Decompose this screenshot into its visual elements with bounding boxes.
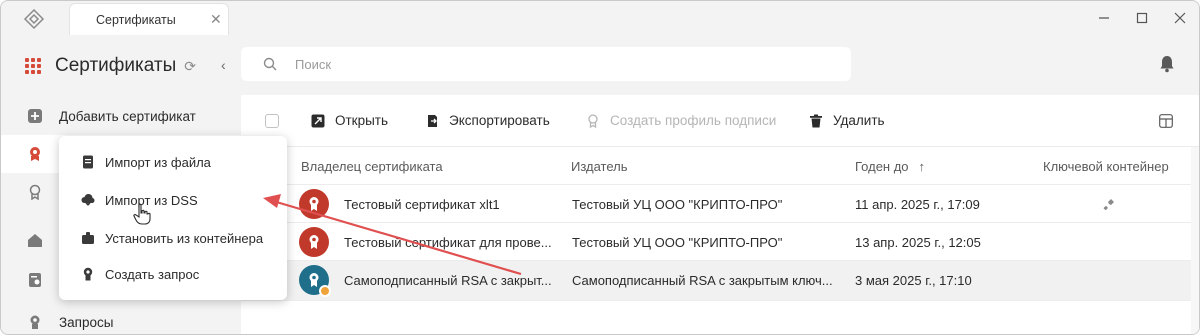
key-container-icon (1103, 199, 1114, 210)
column-header-valid-to-label: Годен до (855, 159, 909, 174)
delete-button[interactable]: Удалить (809, 113, 885, 128)
search-input[interactable] (295, 55, 795, 73)
plus-square-icon (28, 109, 42, 123)
minimize-button[interactable] (1095, 9, 1113, 27)
open-button[interactable]: Открыть (311, 113, 388, 128)
document-cert-icon (29, 273, 41, 287)
menu-item-label: Установить из контейнера (105, 230, 264, 246)
app-logo-icon (23, 8, 45, 30)
cell-issuer: Тестовый УЦ ООО "КРИПТО-ПРО" (572, 197, 783, 212)
layout-panel-icon[interactable] (1159, 114, 1173, 128)
cloud-download-icon (81, 194, 95, 206)
app-window: Сертификаты ✕ Сертификаты ⟳ ‹ Добавить с… (0, 0, 1200, 335)
tab-certificates[interactable]: Сертификаты ✕ (69, 3, 229, 35)
maximize-icon (1136, 12, 1148, 24)
trash-icon (810, 114, 822, 127)
cell-owner: Тестовый сертификат для прове... (344, 235, 552, 250)
column-header-key-container[interactable]: Ключевой контейнер (1043, 159, 1169, 174)
vertical-scrollbar[interactable] (1191, 147, 1199, 334)
content-panel: Открыть Экспортировать Создать профиль п… (241, 95, 1199, 334)
request-icon (83, 267, 93, 281)
cell-valid-to: 11 апр. 2025 г., 17:09 (855, 197, 980, 212)
column-header-owner[interactable]: Владелец сертификата (301, 159, 443, 174)
collapse-sidebar-icon[interactable]: ‹ (221, 57, 226, 73)
minimize-icon (1099, 17, 1109, 19)
open-label: Открыть (335, 113, 389, 128)
table-row[interactable]: Тестовый сертификат xlt1 Тестовый УЦ ООО… (241, 185, 1199, 223)
sidebar-item-requests[interactable]: Запросы (1, 303, 241, 334)
sidebar-item-add-certificate[interactable]: Добавить сертификат (1, 97, 241, 135)
sidebar-item-label: Добавить сертификат (59, 108, 196, 124)
notifications-bell-icon[interactable] (1159, 55, 1175, 73)
export-button[interactable]: Экспортировать (425, 113, 550, 128)
certificate-outline-icon (29, 184, 41, 200)
search-bar[interactable] (241, 47, 851, 81)
menu-item-import-dss[interactable]: Импорт из DSS (59, 182, 287, 218)
table-row[interactable]: Тестовый сертификат для прове... Тестовы… (241, 223, 1199, 261)
sort-ascending-icon: ↑ (918, 159, 926, 174)
tab-label: Сертификаты (96, 13, 176, 27)
create-signature-profile-button[interactable]: Создать профиль подписи (586, 113, 776, 128)
certificate-outline-icon (588, 113, 598, 128)
apps-grid-icon[interactable] (25, 58, 41, 74)
file-icon (83, 155, 93, 169)
cell-valid-to: 3 мая 2025 г., 17:10 (855, 273, 972, 288)
cell-owner: Тестовый сертификат xlt1 (344, 197, 500, 212)
cell-valid-to: 13 апр. 2025 г., 12:05 (855, 235, 981, 250)
add-certificate-menu: Импорт из файла Импорт из DSS Установить… (59, 136, 287, 300)
column-header-issuer[interactable]: Издатель (571, 159, 628, 174)
menu-item-label: Импорт из DSS (105, 192, 198, 208)
delete-label: Удалить (833, 113, 885, 128)
menu-item-import-file[interactable]: Импорт из файла (59, 144, 287, 180)
export-icon (428, 114, 437, 127)
export-label: Экспортировать (449, 113, 550, 128)
toolbar: Открыть Экспортировать Создать профиль п… (241, 95, 1199, 147)
column-header-valid-to[interactable]: Годен до ↑ (855, 159, 925, 174)
menu-item-install-from-container[interactable]: Установить из контейнера (59, 220, 287, 256)
select-all-checkbox[interactable] (265, 114, 279, 128)
container-icon (82, 232, 94, 244)
request-icon (30, 315, 40, 329)
close-icon (1174, 12, 1186, 24)
sidebar-header: Сертификаты ⟳ (25, 55, 196, 77)
create-profile-label: Создать профиль подписи (610, 113, 777, 128)
warning-badge-icon (319, 285, 331, 297)
certificate-avatar-icon (299, 227, 329, 257)
table-header: Владелец сертификата Издатель Годен до ↑ … (241, 147, 1199, 185)
window-close-button[interactable] (1171, 9, 1189, 27)
title-bar: Сертификаты ✕ (1, 1, 1199, 35)
main-area: Открыть Экспортировать Создать профиль п… (241, 35, 1199, 334)
menu-item-label: Импорт из файла (105, 154, 211, 170)
home-icon (28, 234, 42, 247)
page-title: Сертификаты (55, 55, 177, 76)
certificate-icon (30, 147, 40, 161)
menu-item-label: Создать запрос (105, 266, 200, 282)
hand-cursor-icon (133, 203, 151, 225)
menu-item-create-request[interactable]: Создать запрос (59, 256, 287, 292)
cell-issuer: Самоподписанный RSA с закрытым ключ... (572, 273, 833, 288)
close-icon[interactable]: ✕ (210, 12, 222, 26)
search-icon (263, 57, 277, 71)
cell-owner: Самоподписанный RSA с закрыт... (344, 273, 552, 288)
refresh-icon[interactable]: ⟳ (184, 58, 196, 75)
maximize-button[interactable] (1133, 9, 1151, 27)
open-icon (311, 114, 325, 127)
table-row[interactable]: Самоподписанный RSA с закрыт... Самоподп… (241, 261, 1199, 301)
certificate-avatar-icon (299, 189, 329, 219)
cell-issuer: Тестовый УЦ ООО "КРИПТО-ПРО" (572, 235, 783, 250)
sidebar-item-label: Запросы (59, 314, 114, 330)
